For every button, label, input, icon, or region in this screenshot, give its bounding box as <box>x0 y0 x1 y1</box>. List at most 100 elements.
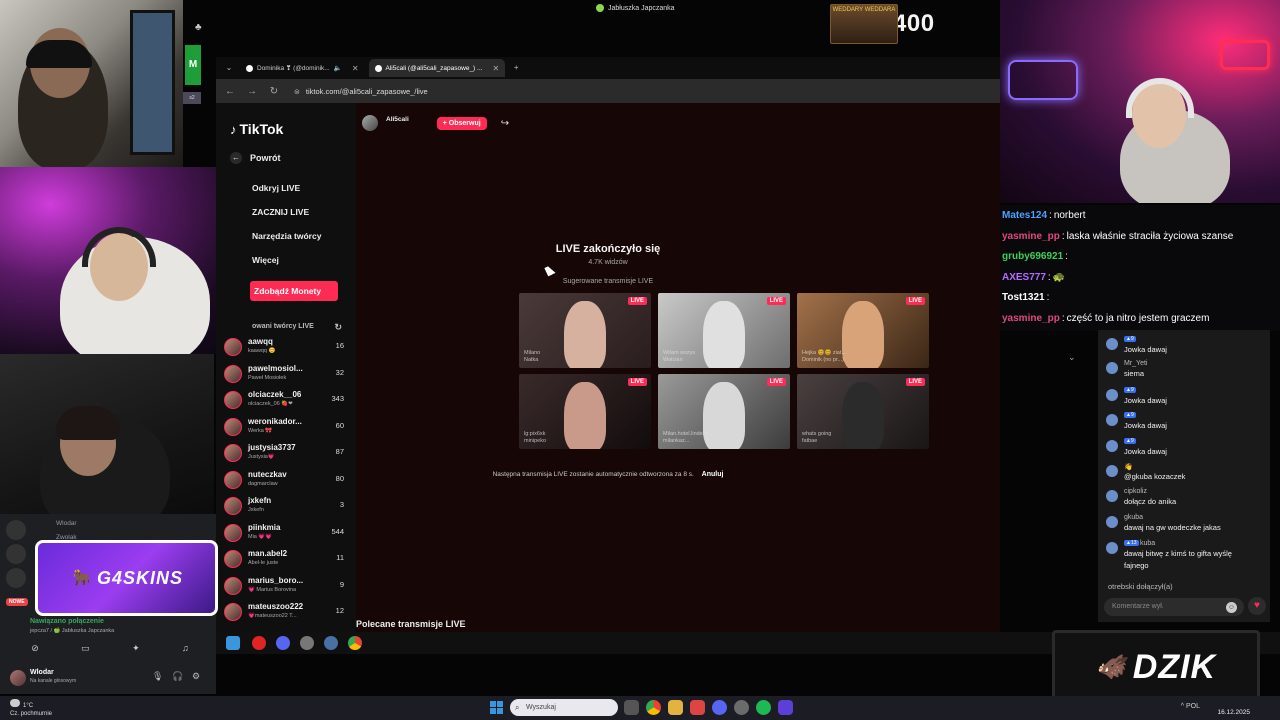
chrome-icon[interactable] <box>646 700 661 715</box>
creator-row[interactable]: jxkefn Jxkefn 3 <box>224 494 344 518</box>
creator-name: jxkefn <box>248 496 272 505</box>
language-indicator[interactable]: ^ POL <box>1181 703 1200 710</box>
refresh-icon[interactable]: ↻ <box>334 322 342 333</box>
tiktok-logo[interactable]: ♪ TikTok <box>230 121 283 137</box>
microphone-icon[interactable]: 🎙 <box>152 671 163 682</box>
taskbar-search[interactable]: ⌕ Wyszukaj <box>510 699 618 716</box>
windows-start-icon[interactable] <box>226 636 240 650</box>
commenter-avatar[interactable] <box>1106 389 1118 401</box>
chrome-icon[interactable] <box>348 636 362 650</box>
back-icon[interactable]: ← <box>224 86 236 97</box>
follow-button[interactable]: + Obserwuj <box>436 116 487 130</box>
user-avatar[interactable] <box>10 670 26 686</box>
new-tab-button[interactable]: + <box>509 61 523 75</box>
voice-user[interactable]: Wlodar <box>56 520 77 527</box>
commenter-avatar[interactable] <box>1106 362 1118 374</box>
suggested-live-card[interactable]: LIVE whats going fatbae <box>797 374 929 449</box>
speaker-icon[interactable]: 🔈 <box>334 64 342 72</box>
creator-row[interactable]: weronikador... Werka 🎀 60 <box>224 415 344 439</box>
host-name[interactable]: Ali5cali <box>386 116 409 123</box>
creator-row[interactable]: justysia3737 Justysia💗 87 <box>224 441 344 465</box>
chat-username: Mates124 <box>1002 210 1048 221</box>
counter-thumbnail: WEDDARY WEDDARA <box>830 4 898 44</box>
creator-row[interactable]: piinkmia Mia 💗💗 544 <box>224 521 344 545</box>
suggested-live-card[interactable]: LIVE Hejka 😊😊 ziat... Dominik (no pr...) <box>797 293 929 368</box>
windows-start-icon[interactable] <box>490 701 503 714</box>
commenter-avatar[interactable] <box>1106 490 1118 502</box>
voice-channel-name[interactable]: jepcza7 / 🍏 Jabłuszka Japczanka <box>30 628 114 634</box>
settings-gear-icon[interactable]: ⚙ <box>192 671 200 682</box>
creator-viewer-count: 3 <box>339 500 344 509</box>
creator-avatar <box>224 444 242 462</box>
settings-icon[interactable] <box>324 636 338 650</box>
creator-name: justysia3737 <box>248 443 296 452</box>
chevron-down-icon[interactable]: ⌄ <box>1068 352 1076 363</box>
back-button[interactable]: ← Powrót <box>230 152 281 164</box>
menu-discover-live[interactable]: Odkryj LIVE <box>252 183 300 193</box>
cancel-autoplay-button[interactable]: Anuluj <box>702 471 724 478</box>
commenter-avatar[interactable] <box>1106 542 1118 554</box>
creator-row[interactable]: marius_boro... 💗 Marius Borovina 9 <box>224 574 344 598</box>
app-icon[interactable] <box>778 700 793 715</box>
emoji-icon[interactable]: ☺ <box>1226 602 1237 613</box>
headset <box>1126 78 1194 118</box>
file-explorer-icon[interactable] <box>668 700 683 715</box>
reload-icon[interactable]: ↻ <box>268 86 280 97</box>
soundboard-icon[interactable]: ♫ <box>182 643 189 657</box>
apple-icon <box>596 4 604 12</box>
discord-icon[interactable] <box>276 636 290 650</box>
close-tab-icon[interactable]: ✕ <box>352 64 359 73</box>
like-heart-icon[interactable]: ♥ <box>1248 597 1266 615</box>
site-info-icon[interactable]: ⊜ <box>294 89 300 96</box>
suggested-live-card[interactable]: LIVE Milan.hotel.lindeby... milankaz... <box>658 374 790 449</box>
opera-icon[interactable] <box>252 636 266 650</box>
commenter-name[interactable]: Mr_Yeti <box>1124 360 1147 367</box>
headphones-icon[interactable]: 🎧 <box>172 671 183 682</box>
screen-share-icon[interactable]: ▭ <box>81 643 90 657</box>
creator-viewer-count: 16 <box>335 341 344 350</box>
share-icon[interactable]: ↪ <box>501 118 509 129</box>
commenter-avatar[interactable] <box>1106 465 1118 477</box>
creator-row[interactable]: man.abel2 Abel-le juste 11 <box>224 547 344 571</box>
forward-icon[interactable]: → <box>246 86 258 97</box>
app-icon[interactable] <box>300 636 314 650</box>
server-icon[interactable] <box>6 568 26 588</box>
discord-icon[interactable] <box>712 700 727 715</box>
creator-row[interactable]: aawqq kaawqq 😊 16 <box>224 335 344 359</box>
app-icon[interactable] <box>690 700 705 715</box>
obs-icon[interactable] <box>734 700 749 715</box>
close-tab-icon[interactable]: ✕ <box>492 64 499 73</box>
commenter-avatar[interactable] <box>1106 338 1118 350</box>
creator-row[interactable]: mateuszoo222 💗mateuszoo22 T... 12 <box>224 600 344 624</box>
commenter-name[interactable]: 👋 <box>1124 463 1133 471</box>
tab-ali5cali[interactable]: Ali5cali (@ali5cali_zapasowe_) ... ✕ <box>368 59 506 77</box>
commenter-name[interactable]: cipkoliz <box>1124 488 1147 495</box>
tab-list-icon[interactable]: ⌄ <box>222 61 236 75</box>
url-field[interactable]: ⊜ tiktok.com/@ali5cali_zapasowe_/live <box>294 87 428 96</box>
spotify-icon[interactable] <box>756 700 771 715</box>
suggested-live-card[interactable]: LIVE Milano Natka <box>519 293 651 368</box>
menu-creator-tools[interactable]: Narzędzia twórcy <box>252 231 321 241</box>
clock[interactable]: 16.12.2025 <box>1217 699 1250 717</box>
menu-start-live[interactable]: ZACZNIJ LIVE <box>252 207 309 217</box>
commenter-avatar[interactable] <box>1106 516 1118 528</box>
commenter-name[interactable]: gkuba <box>1124 514 1143 521</box>
server-icon[interactable] <box>6 544 26 564</box>
commenter-avatar[interactable] <box>1106 440 1118 452</box>
suggested-live-card[interactable]: LIVE lg:pix6xk minipeko <box>519 374 651 449</box>
tab-dominika[interactable]: Dominika ❣ (@dominik... 🔈 ✕ <box>240 59 365 77</box>
commenter-avatar[interactable] <box>1106 414 1118 426</box>
suggested-live-card[interactable]: LIVE Witam wszys Watcian <box>658 293 790 368</box>
host-avatar[interactable] <box>362 115 378 131</box>
comment-text: Jowka dawaj <box>1124 345 1167 354</box>
commenter-name[interactable]: kuba <box>1140 540 1155 547</box>
creator-row[interactable]: olciaczek__06 olciaczek_06 🍓❤ 343 <box>224 388 344 412</box>
mute-video-icon[interactable]: ⊘ <box>31 643 39 657</box>
creator-row[interactable]: pawelmosiol... Paweł Mosiołek 32 <box>224 362 344 386</box>
back-arrow-icon: ← <box>230 152 242 164</box>
comment-input[interactable]: Komentarze wył. <box>1104 598 1244 616</box>
server-icon[interactable] <box>6 520 26 540</box>
activities-icon[interactable]: ✦ <box>132 643 140 657</box>
weather-widget[interactable]: 1°C Cz. pochmurnie <box>10 699 52 718</box>
task-view-icon[interactable] <box>624 700 639 715</box>
